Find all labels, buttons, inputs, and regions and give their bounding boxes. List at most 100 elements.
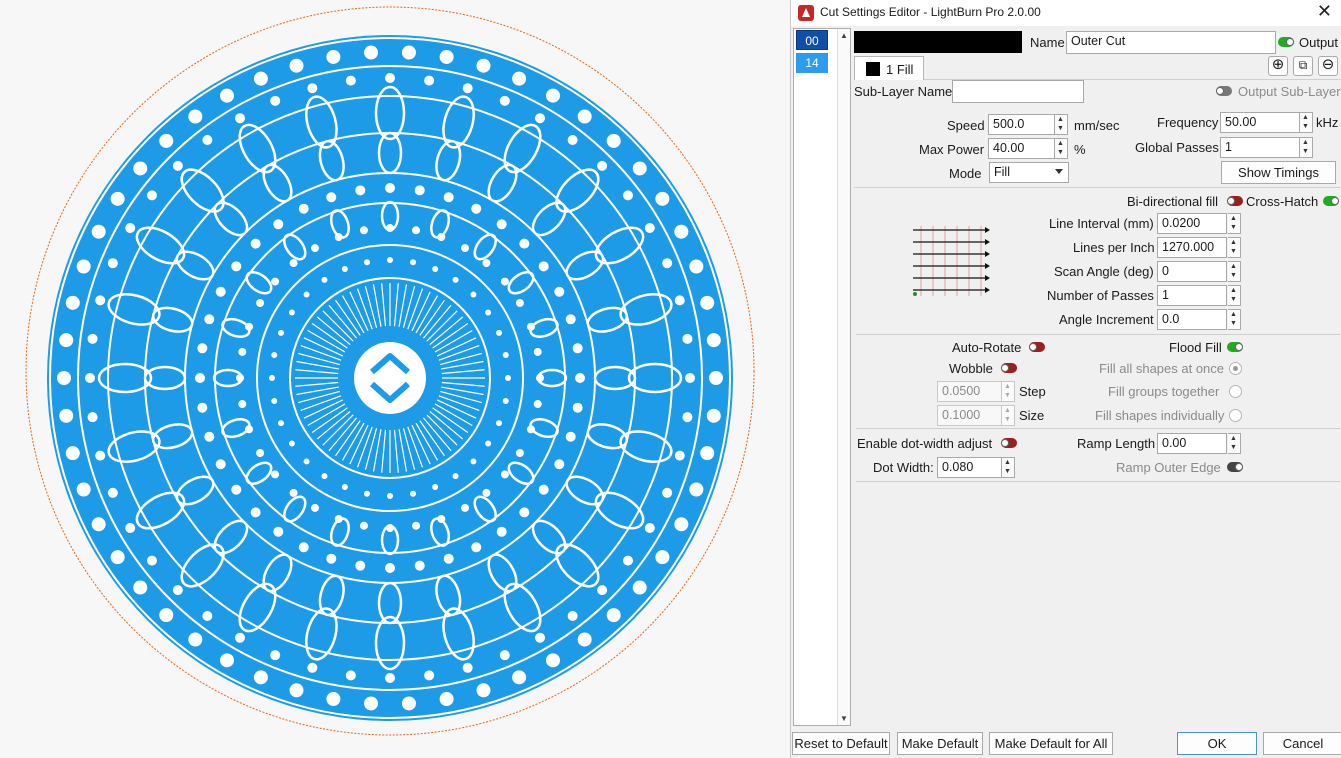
max-power-spinner[interactable]: ▲ ▼: [1055, 138, 1068, 159]
name-label: Name: [1030, 35, 1065, 50]
fill-individual-label: Fill shapes individually: [1095, 408, 1225, 423]
dot-adjust-toggle[interactable]: [1001, 438, 1017, 448]
num-passes-label: Number of Passes: [1047, 288, 1154, 303]
line-interval-label: Line Interval (mm): [1049, 216, 1154, 231]
scroll-up-icon[interactable]: ▲: [840, 31, 848, 40]
make-default-all-button[interactable]: Make Default for All: [989, 732, 1113, 755]
separator-4: [856, 481, 1340, 482]
reset-default-button[interactable]: Reset to Default: [792, 732, 890, 755]
speed-input[interactable]: 500.0: [988, 114, 1055, 135]
layer-scrollbar[interactable]: ▲ ▼: [837, 29, 850, 725]
layer-color-swatch[interactable]: [854, 31, 1022, 53]
frequency-unit: kHz: [1316, 115, 1339, 130]
fill-individual-radio[interactable]: [1229, 409, 1242, 422]
flood-fill-label: Flood Fill: [1169, 340, 1222, 355]
fill-groups-label: Fill groups together: [1108, 384, 1220, 399]
layer-list[interactable]: 00 14 ▲ ▼: [793, 28, 851, 726]
tab-label: 1 Fill: [886, 62, 914, 77]
auto-rotate-toggle[interactable]: [1029, 342, 1045, 352]
title-bar: Cut Settings Editor - LightBurn Pro 2.0.…: [791, 0, 1341, 26]
line-interval-spinner[interactable]: ▲ ▼: [1228, 213, 1241, 234]
tab-1-fill[interactable]: 1 Fill: [854, 56, 924, 80]
cut-settings-dialog: Cut Settings Editor - LightBurn Pro 2.0.…: [790, 0, 1341, 758]
scroll-down-icon[interactable]: ▼: [840, 714, 848, 723]
line-interval-input[interactable]: 0.0200: [1157, 213, 1227, 234]
num-passes-input[interactable]: 1: [1157, 285, 1227, 306]
crosshatch-toggle[interactable]: [1323, 196, 1339, 206]
ramp-outer-label: Ramp Outer Edge: [1116, 460, 1221, 475]
dot-width-label: Dot Width:: [873, 460, 934, 475]
ramp-length-spinner[interactable]: ▲ ▼: [1228, 433, 1241, 454]
global-passes-input[interactable]: 1: [1220, 137, 1300, 158]
scan-angle-input[interactable]: 0: [1157, 261, 1227, 282]
speed-unit: mm/sec: [1074, 118, 1120, 133]
global-passes-spinner[interactable]: ▲ ▼: [1300, 137, 1313, 158]
cancel-button[interactable]: Cancel: [1263, 732, 1341, 755]
window-title: Cut Settings Editor - LightBurn Pro 2.0.…: [820, 5, 1041, 19]
wobble-step-input[interactable]: 0.0500: [937, 381, 1002, 402]
bidirectional-toggle[interactable]: [1227, 196, 1243, 206]
separator-2: [856, 334, 1340, 335]
dot-width-spinner[interactable]: ▲ ▼: [1002, 457, 1015, 478]
size-label: Size: [1019, 408, 1045, 423]
wobble-size-input[interactable]: 0.1000: [937, 405, 1002, 426]
max-power-unit: %: [1074, 142, 1086, 157]
mode-select[interactable]: Fill: [989, 162, 1069, 183]
lpi-input[interactable]: 1270.000: [1157, 237, 1227, 258]
flood-fill-toggle[interactable]: [1227, 342, 1243, 352]
max-power-input[interactable]: 40.00: [988, 138, 1055, 159]
ramp-length-input[interactable]: 0.00: [1157, 433, 1227, 454]
dot-adjust-label: Enable dot-width adjust: [857, 436, 993, 451]
make-default-button[interactable]: Make Default: [897, 732, 983, 755]
lightburn-icon: [798, 5, 814, 21]
sublayer-name-input[interactable]: [952, 80, 1084, 103]
layer-name-input[interactable]: Outer Cut: [1066, 31, 1276, 54]
angle-increment-spinner[interactable]: ▲ ▼: [1228, 309, 1241, 330]
output-label: Output: [1299, 35, 1339, 50]
wobble-label: Wobble: [949, 361, 993, 376]
add-sublayer-icon[interactable]: ⊕: [1268, 56, 1288, 76]
speed-label: Speed: [947, 118, 985, 133]
separator-3: [856, 428, 1340, 429]
close-icon[interactable]: ✕: [1317, 1, 1332, 22]
scan-angle-spinner[interactable]: ▲ ▼: [1228, 261, 1241, 282]
angle-increment-label: Angle Increment: [1059, 312, 1154, 327]
num-passes-spinner[interactable]: ▲ ▼: [1228, 285, 1241, 306]
crosshatch-preview-icon: [913, 226, 990, 296]
fill-all-label: Fill all shapes at once: [1099, 361, 1225, 376]
output-toggle[interactable]: [1278, 37, 1294, 47]
max-power-label: Max Power: [919, 142, 985, 157]
sublayer-name-label: Sub-Layer Name: [854, 84, 953, 99]
layer-item-00[interactable]: 00: [796, 30, 828, 50]
ok-button[interactable]: OK: [1177, 732, 1257, 755]
frequency-input[interactable]: 50.00: [1220, 112, 1300, 133]
bidirectional-label: Bi-directional fill: [1127, 194, 1219, 209]
frequency-label: Frequency: [1157, 115, 1219, 130]
design-canvas[interactable]: [0, 0, 790, 758]
step-label: Step: [1019, 384, 1046, 399]
remove-sublayer-icon[interactable]: ⊖: [1318, 56, 1338, 76]
layer-item-14[interactable]: 14: [796, 53, 828, 73]
output-sublayer-label: Output Sub-Layer: [1238, 84, 1341, 99]
wobble-size-spinner[interactable]: ▲ ▼: [1002, 405, 1015, 426]
frequency-spinner[interactable]: ▲ ▼: [1300, 112, 1313, 133]
fill-groups-radio[interactable]: [1229, 385, 1242, 398]
speed-spinner[interactable]: ▲ ▼: [1055, 114, 1068, 135]
crosshatch-label: Cross-Hatch: [1246, 194, 1319, 209]
chevron-down-icon: [1055, 169, 1063, 174]
scan-angle-label: Scan Angle (deg): [1054, 264, 1154, 279]
ramp-outer-toggle[interactable]: [1227, 462, 1243, 472]
dot-width-input[interactable]: 0.080: [937, 457, 1002, 478]
mode-select-value: Fill: [994, 165, 1010, 179]
fill-all-radio[interactable]: [1229, 362, 1242, 375]
mandala-artwork[interactable]: [0, 0, 790, 758]
lpi-spinner[interactable]: ▲ ▼: [1228, 237, 1241, 258]
show-timings-button[interactable]: Show Timings: [1221, 161, 1336, 184]
output-sublayer-toggle[interactable]: [1216, 86, 1232, 96]
wobble-toggle[interactable]: [1001, 363, 1017, 373]
wobble-step-spinner[interactable]: ▲ ▼: [1002, 381, 1015, 402]
lpi-label: Lines per Inch: [1073, 240, 1155, 255]
copy-sublayer-icon[interactable]: ⧉: [1293, 56, 1313, 76]
angle-increment-input[interactable]: 0.0: [1157, 309, 1227, 330]
separator-1: [854, 187, 1340, 188]
